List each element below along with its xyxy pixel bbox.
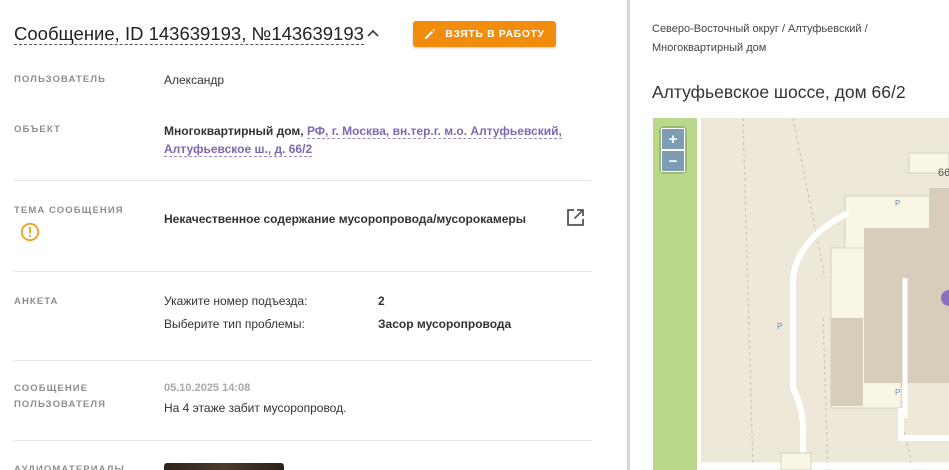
attachments-label: АУДИОМАТЕРИАЛЫ — [14, 464, 125, 470]
survey-question: Выберите тип проблемы: — [164, 317, 305, 331]
take-to-work-label: ВЗЯТЬ В РАБОТУ — [445, 28, 545, 40]
message-label-line2: ПОЛЬЗОВАТЕЛЯ — [14, 399, 107, 410]
take-to-work-button[interactable]: ВЗЯТЬ В РАБОТУ — [413, 21, 556, 47]
survey-question: Укажите номер подъезда: — [164, 294, 308, 308]
message-details-panel: Сообщение, ID 143639193, №143639193 ВЗЯТ… — [0, 0, 627, 470]
building-number: 66 — [938, 167, 949, 179]
warning-icon — [20, 222, 40, 242]
zoom-out-button[interactable]: − — [661, 150, 685, 172]
message-date: 05.10.2025 14:08 — [164, 382, 251, 394]
parking-marker: P — [895, 388, 900, 397]
parking-marker: P — [777, 322, 782, 331]
map[interactable]: P P P 66 + − — [653, 118, 949, 470]
zoom-in-button[interactable]: + — [661, 128, 685, 150]
object-value: Многоквартирный дом, РФ, г. Москва, вн.т… — [164, 122, 564, 158]
parking-marker: P — [895, 199, 900, 208]
object-type: Многоквартирный дом, — [164, 124, 304, 138]
pencil-icon — [425, 29, 436, 39]
header-row: Сообщение, ID 143639193, №143639193 ВЗЯТ… — [14, 18, 614, 54]
divider — [14, 180, 591, 181]
chevron-up-icon[interactable] — [366, 28, 380, 38]
address-title: Алтуфьевское шоссе, дом 66/2 — [652, 82, 906, 102]
breadcrumb-line: Северо-Восточный округ / Алтуфьевский / — [652, 23, 868, 35]
divider — [14, 360, 591, 361]
survey-label: АНКЕТА — [14, 296, 59, 307]
survey-answer: 2 — [378, 294, 385, 308]
breadcrumb: Северо-Восточный округ / Алтуфьевский / … — [652, 20, 942, 58]
breadcrumb-line: Многоквартирный дом — [652, 42, 767, 54]
external-link-icon[interactable] — [566, 208, 585, 227]
object-address-link-line2[interactable]: Алтуфьевское ш., д. 66/2 — [164, 142, 313, 157]
divider — [14, 271, 591, 272]
divider — [14, 440, 591, 441]
survey-answer: Засор мусоропровода — [378, 317, 512, 331]
message-text: На 4 этаже забит мусоропровод. — [164, 401, 347, 415]
object-label: ОБЪЕКТ — [14, 124, 61, 135]
user-label: ПОЛЬЗОВАТЕЛЬ — [14, 74, 107, 85]
location-panel: Северо-Восточный округ / Алтуфьевский / … — [630, 0, 949, 470]
user-value: Александр — [164, 73, 225, 87]
topic-value: Некачественное содержание мусоропровода/… — [164, 212, 526, 226]
map-canvas[interactable]: P P P 66 — [653, 118, 949, 470]
page-title[interactable]: Сообщение, ID 143639193, №143639193 — [14, 24, 364, 45]
zoom-control: + − — [661, 128, 685, 172]
message-label: СООБЩЕНИЕ — [14, 383, 89, 394]
object-address-link[interactable]: РФ, г. Москва, вн.тер.г. м.о. Алтуфьевск… — [306, 124, 562, 139]
topic-label: ТЕМА СООБЩЕНИЯ — [14, 205, 124, 216]
attachment-thumbnail[interactable] — [164, 463, 284, 470]
